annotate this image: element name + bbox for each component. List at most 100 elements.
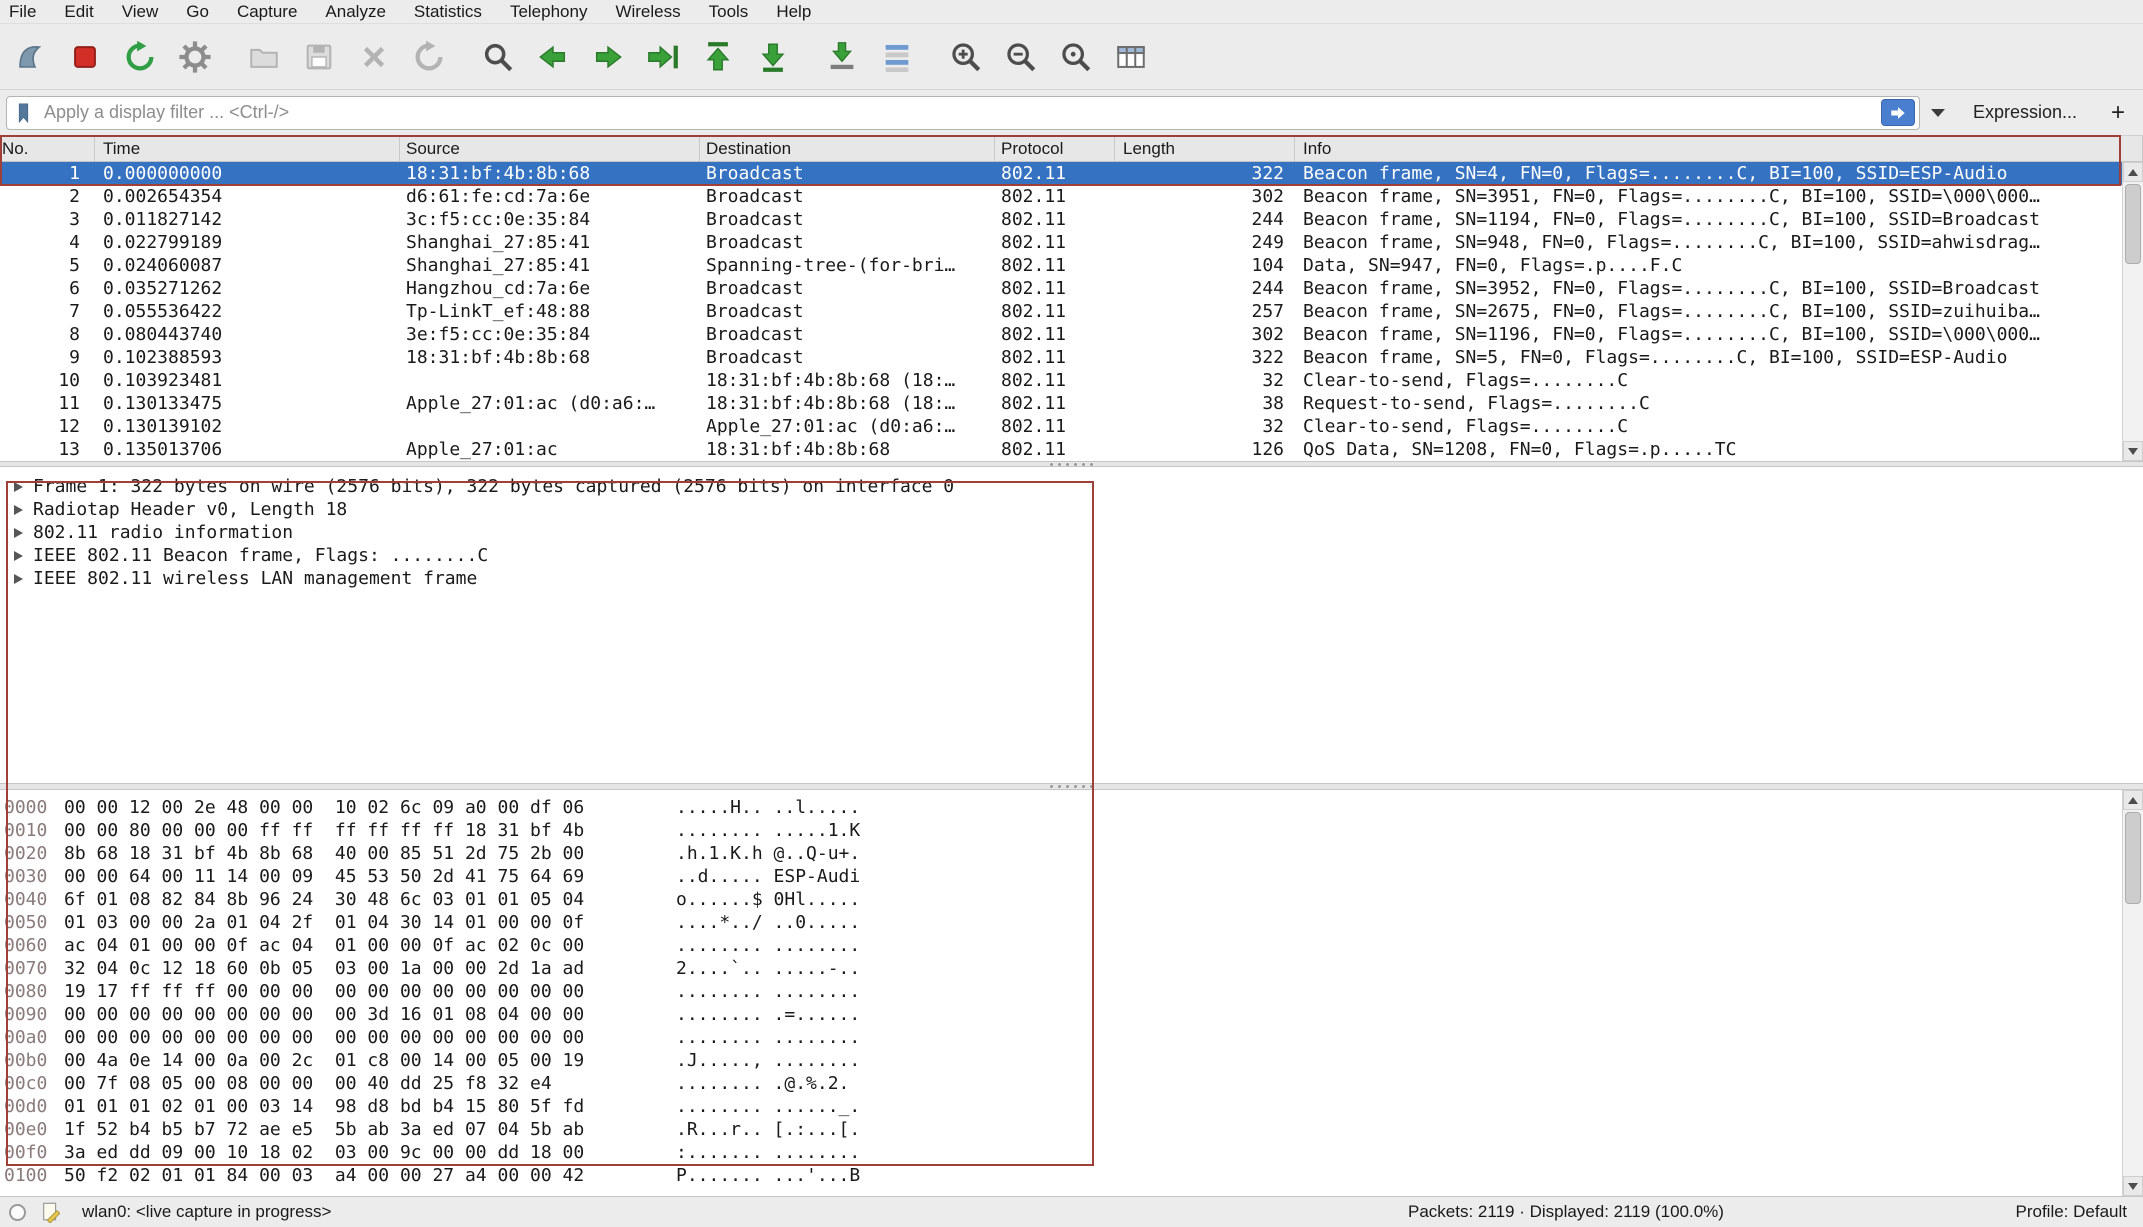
expander-triangle-icon[interactable]	[14, 482, 23, 492]
save-icon	[302, 40, 336, 74]
menu-file[interactable]: File	[0, 2, 50, 22]
expander-triangle-icon[interactable]	[14, 528, 23, 538]
packet-row[interactable]: 7 0.055536422 Tp-LinkT_ef:48:88 Broadcas…	[0, 300, 2122, 323]
zoom-out-button[interactable]	[997, 34, 1045, 80]
column-header-protocol[interactable]: Protocol	[995, 136, 1115, 161]
auto-scroll-button[interactable]	[818, 34, 866, 80]
reload-icon	[412, 40, 446, 74]
capture-comment-icon[interactable]	[40, 1201, 62, 1223]
folder-icon	[247, 40, 281, 74]
packet-bytes-scrollbar[interactable]	[2122, 790, 2143, 1196]
expander-triangle-icon[interactable]	[14, 551, 23, 561]
filter-history-dropdown[interactable]	[1925, 96, 1951, 130]
column-header-info[interactable]: Info	[1295, 136, 2143, 161]
scroll-up-button[interactable]	[2123, 790, 2143, 810]
menu-edit[interactable]: Edit	[50, 2, 107, 22]
hex-offset: 0100	[4, 1164, 64, 1187]
display-filter-field[interactable]	[42, 101, 1881, 124]
packet-row[interactable]: 4 0.022799189 Shanghai_27:85:41 Broadcas…	[0, 231, 2122, 254]
detail-line[interactable]: Frame 1: 322 bytes on wire (2576 bits), …	[10, 475, 2143, 498]
column-header-length[interactable]: Length	[1115, 136, 1295, 161]
menu-go[interactable]: Go	[172, 2, 223, 22]
reload-file-button[interactable]	[405, 34, 453, 80]
packet-no: 3	[0, 208, 95, 231]
menu-capture[interactable]: Capture	[223, 2, 311, 22]
bookmark-icon[interactable]	[15, 102, 32, 124]
detail-line[interactable]: IEEE 802.11 wireless LAN management fram…	[10, 567, 2143, 590]
packet-source	[400, 369, 700, 392]
profile-button[interactable]: Profile: Default	[2016, 1202, 2128, 1222]
column-header-no[interactable]: No.	[0, 136, 95, 161]
close-file-button[interactable]	[350, 34, 398, 80]
scroll-down-button[interactable]	[2123, 1176, 2143, 1196]
hex-row: 0100 50 f2 02 01 01 84 00 03 a4 00 00 27…	[4, 1164, 2143, 1187]
detail-line[interactable]: Radiotap Header v0, Length 18	[10, 498, 2143, 521]
detail-text: Radiotap Header v0, Length 18	[33, 499, 347, 520]
apply-filter-button[interactable]	[1881, 99, 1915, 126]
save-file-button[interactable]	[295, 34, 343, 80]
column-header-source[interactable]: Source	[400, 136, 700, 161]
scroll-down-button[interactable]	[2123, 441, 2143, 461]
menu-statistics[interactable]: Statistics	[400, 2, 496, 22]
expert-info-icon[interactable]	[9, 1204, 26, 1221]
detail-line[interactable]: 802.11 radio information	[10, 521, 2143, 544]
menu-view[interactable]: View	[108, 2, 173, 22]
packet-row[interactable]: 10 0.103923481 18:31:bf:4b:8b:68 (18:… 8…	[0, 369, 2122, 392]
hex-offset: 0030	[4, 865, 64, 888]
packet-row[interactable]: 8 0.080443740 3e:f5:cc:0e:35:84 Broadcas…	[0, 323, 2122, 346]
packet-list-scrollbar[interactable]	[2122, 162, 2143, 461]
packet-row[interactable]: 9 0.102388593 18:31:bf:4b:8b:68 Broadcas…	[0, 346, 2122, 369]
packet-no: 7	[0, 300, 95, 323]
detail-line[interactable]: IEEE 802.11 Beacon frame, Flags: .......…	[10, 544, 2143, 567]
scroll-up-button[interactable]	[2123, 162, 2143, 182]
start-capture-button[interactable]	[6, 34, 54, 80]
menu-analyze[interactable]: Analyze	[311, 2, 399, 22]
stop-capture-button[interactable]	[61, 34, 109, 80]
column-header-time[interactable]: Time	[95, 136, 400, 161]
open-file-button[interactable]	[240, 34, 288, 80]
packet-time: 0.000000000	[95, 162, 400, 185]
scrollbar-thumb[interactable]	[2125, 184, 2141, 264]
menu-wireless[interactable]: Wireless	[601, 2, 694, 22]
go-forward-button[interactable]	[584, 34, 632, 80]
packet-row[interactable]: 2 0.002654354 d6:61:fe:cd:7a:6e Broadcas…	[0, 185, 2122, 208]
packet-row[interactable]: 6 0.035271262 Hangzhou_cd:7a:6e Broadcas…	[0, 277, 2122, 300]
find-packet-button[interactable]	[474, 34, 522, 80]
expander-triangle-icon[interactable]	[14, 574, 23, 584]
display-filter-input[interactable]	[6, 96, 1920, 130]
packet-no: 10	[0, 369, 95, 392]
menu-telephony[interactable]: Telephony	[496, 2, 602, 22]
restart-capture-button[interactable]	[116, 34, 164, 80]
packet-time: 0.102388593	[95, 346, 400, 369]
resize-columns-button[interactable]	[1107, 34, 1155, 80]
hex-offset: 00a0	[4, 1026, 64, 1049]
search-icon	[481, 40, 515, 74]
go-back-button[interactable]	[529, 34, 577, 80]
colorize-button[interactable]	[873, 34, 921, 80]
capture-options-button[interactable]	[171, 34, 219, 80]
packet-destination: Broadcast	[700, 231, 995, 254]
menu-help[interactable]: Help	[762, 2, 825, 22]
zoom-in-button[interactable]	[942, 34, 990, 80]
packet-row[interactable]: 11 0.130133475 Apple_27:01:ac (d0:a6:… 1…	[0, 392, 2122, 415]
hex-bytes: 00 00 12 00 2e 48 00 00 10 02 6c 09 a0 0…	[64, 796, 676, 819]
packet-row[interactable]: 13 0.135013706 Apple_27:01:ac 18:31:bf:4…	[0, 438, 2122, 461]
pane-splitter-bottom[interactable]	[0, 783, 2143, 790]
menu-tools[interactable]: Tools	[695, 2, 763, 22]
add-filter-button[interactable]: +	[2097, 99, 2131, 127]
go-first-button[interactable]	[694, 34, 742, 80]
go-last-button[interactable]	[749, 34, 797, 80]
packet-row[interactable]: 12 0.130139102 Apple_27:01:ac (d0:a6:… 8…	[0, 415, 2122, 438]
packet-row[interactable]: 1 0.000000000 18:31:bf:4b:8b:68 Broadcas…	[0, 162, 2122, 185]
packet-row[interactable]: 3 0.011827142 3c:f5:cc:0e:35:84 Broadcas…	[0, 208, 2122, 231]
packet-row[interactable]: 5 0.024060087 Shanghai_27:85:41 Spanning…	[0, 254, 2122, 277]
hex-bytes: 00 7f 08 05 00 08 00 00 00 40 dd 25 f8 3…	[64, 1072, 676, 1095]
expander-triangle-icon[interactable]	[14, 505, 23, 515]
scrollbar-thumb[interactable]	[2125, 812, 2141, 904]
hex-ascii: ..d..... ESP-Audi	[676, 865, 860, 888]
zoom-original-button[interactable]	[1052, 34, 1100, 80]
expression-button[interactable]: Expression...	[1951, 102, 2097, 123]
hex-bytes: 3a ed dd 09 00 10 18 02 03 00 9c 00 00 d…	[64, 1141, 676, 1164]
go-to-packet-button[interactable]	[639, 34, 687, 80]
column-header-destination[interactable]: Destination	[700, 136, 995, 161]
